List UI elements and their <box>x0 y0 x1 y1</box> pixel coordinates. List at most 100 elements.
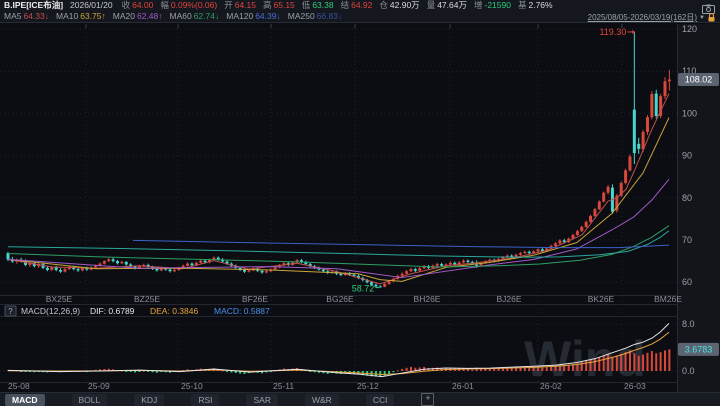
indicator-tab-sar[interactable]: SAR <box>246 394 277 406</box>
ma-line-MA60 <box>8 226 669 267</box>
candle-body <box>475 265 478 266</box>
indicator-tab-rsi[interactable]: RSI <box>191 394 219 406</box>
candle-body <box>528 252 531 253</box>
ma-value-MA10: 63.75↑ <box>80 11 106 21</box>
candle-body <box>125 262 128 265</box>
month-label: 25-09 <box>88 381 110 391</box>
candle-body <box>655 94 658 116</box>
macd-hist-bar <box>138 371 140 372</box>
ma-value-MA60: 62.74↓ <box>194 11 220 21</box>
macd-hist-bar <box>471 370 473 371</box>
candle-body <box>81 268 84 270</box>
candle-body <box>247 270 250 271</box>
quote-field-label-3: 高 <box>263 0 272 10</box>
macd-hist-bar <box>130 371 132 372</box>
month-label: 26-01 <box>452 381 474 391</box>
ma-label-MA5: MA5 <box>4 11 21 21</box>
candle-body <box>462 261 465 263</box>
macd-hist-bar <box>642 355 644 371</box>
macd-hist-bar <box>603 356 605 371</box>
ma-label-MA10: MA10 <box>56 11 78 21</box>
candle-body <box>668 80 671 82</box>
candle-body <box>624 170 627 183</box>
indicator-tab-boll[interactable]: BOLL <box>72 394 108 406</box>
low-price-label: 58.72 <box>352 284 375 294</box>
macd-hist-bar <box>226 371 228 372</box>
macd-hist-bar <box>616 356 618 371</box>
macd-hist-bar <box>611 357 613 371</box>
macd-hist-bar <box>392 371 394 372</box>
candle-body <box>401 274 404 276</box>
macd-hist-bar <box>664 350 666 371</box>
lock-icon[interactable] <box>707 13 716 22</box>
macd-hist-bar <box>646 353 648 371</box>
candle-body <box>199 261 202 263</box>
candle-body <box>190 264 193 266</box>
candle-body <box>169 270 172 272</box>
dif-value: DIF: 0.6789 <box>90 306 135 316</box>
date-range-text[interactable]: 2025/08/05-2026/03/19(162日) <box>588 12 697 23</box>
quote-field-value-2: 64.15 <box>235 0 256 10</box>
candle-body <box>405 271 408 274</box>
indicator-tab-wr[interactable]: W&R <box>305 394 339 406</box>
quote-field-label-9: 基 <box>518 0 527 10</box>
candle-body <box>217 258 220 260</box>
candle-body <box>322 270 325 272</box>
ma-label-MA120: MA120 <box>226 11 253 21</box>
candle-body <box>554 243 557 246</box>
ma-value-MA5: 64.33↓ <box>23 11 49 21</box>
candle-body <box>440 264 443 266</box>
indicator-toolbar: MACD BOLL KDJ RSI SAR W&R CCI + <box>0 392 720 406</box>
candle-body <box>466 261 469 262</box>
symbol-name[interactable]: B.IPE[ICE布油] <box>4 0 63 10</box>
candle-body <box>414 269 417 271</box>
price-axis-label: 60 <box>682 277 692 287</box>
macd-hist-bar <box>546 367 548 371</box>
candle-body <box>576 231 579 235</box>
indicator-tab-kdj[interactable]: KDJ <box>134 394 164 406</box>
candle-body <box>436 264 439 266</box>
wind-terminal: { "header": { "symbol": "B.IPE[ICE布油]", … <box>0 0 720 406</box>
ma-row: MA564.33↓MA1063.75↑MA2062.48↑MA6062.74↓M… <box>4 11 342 22</box>
macd-badge-value: 3.6783 <box>685 344 713 354</box>
candle-body <box>265 271 268 272</box>
price-axis-label: 100 <box>682 108 697 118</box>
ma-line-MA250 <box>133 240 669 247</box>
ma-line-MA20 <box>8 179 669 277</box>
indicator-tab-cci[interactable]: CCI <box>366 394 395 406</box>
macd-hist-bar <box>528 368 530 371</box>
candle-body <box>383 284 386 287</box>
macd-hist-bar <box>147 371 149 372</box>
month-label: 25-10 <box>181 381 203 391</box>
chart-canvas[interactable]: 12011010090807060Wind119.3058.72108.02BX… <box>0 0 720 406</box>
macd-hist-bar <box>568 365 570 371</box>
ma-value-MA20: 62.48↑ <box>137 11 163 21</box>
add-indicator-button[interactable]: + <box>421 393 434 406</box>
month-label: 26-02 <box>540 381 562 391</box>
macd-hist-bar <box>629 350 631 371</box>
macd-hist-bar <box>397 370 399 371</box>
indicator-tab-macd[interactable]: MACD <box>5 394 45 406</box>
quote-field-value-9: 2.76% <box>528 0 552 10</box>
candle-body <box>449 263 452 265</box>
quote-row: B.IPE[ICE布油]2026/01/20收64.00幅0.09%(0.06)… <box>4 0 553 11</box>
candle-body <box>274 267 277 269</box>
ma-value-MA250: 66.83↓ <box>317 11 343 21</box>
macd-hist-bar <box>410 367 412 371</box>
candle-body <box>418 268 421 271</box>
quote-field-value-3: 65.15 <box>274 0 295 10</box>
contract-label: BG26E <box>326 294 354 304</box>
chevron-down-icon[interactable]: ▼ <box>699 15 705 21</box>
macd-hist-bar <box>401 369 403 371</box>
macd-hist-bar <box>638 356 640 371</box>
candle-body <box>55 267 58 270</box>
candle-body <box>204 261 207 263</box>
macd-hist-bar <box>125 371 127 372</box>
macd-hist-bar <box>668 349 670 371</box>
macd-hist-bar <box>607 354 609 371</box>
month-label: 25-08 <box>8 381 30 391</box>
month-label: 25-11 <box>273 381 294 391</box>
macd-axis-label: 8.0 <box>682 319 695 329</box>
macd-hist-bar <box>633 353 635 371</box>
help-glyph: ? <box>8 307 13 316</box>
